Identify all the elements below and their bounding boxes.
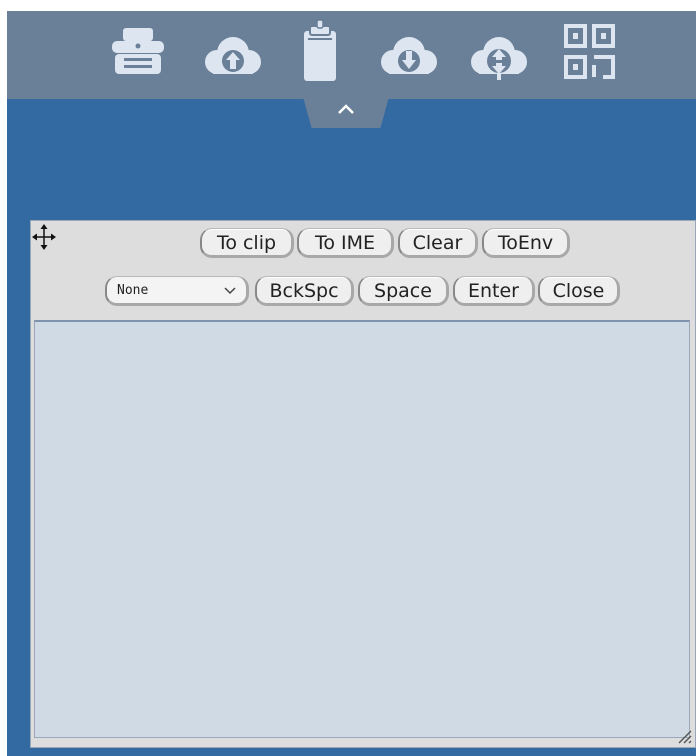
cloud-sync-icon[interactable] [465,36,531,82]
to-clip-button[interactable]: To clip [200,228,294,258]
top-toolbar [7,11,696,99]
to-ime-button[interactable]: To IME [297,228,394,258]
chevron-up-icon [338,104,354,114]
space-button[interactable]: Space [358,276,449,306]
toolbar-collapse-tab[interactable] [303,97,389,128]
cloud-upload-icon[interactable] [199,36,265,78]
app-frame: To clip To IME Clear ToEnv None BckSpc S… [7,11,696,756]
to-env-button[interactable]: ToEnv [482,228,570,258]
clear-button[interactable]: Clear [398,228,478,258]
qr-code-icon[interactable] [563,23,617,81]
printer-icon[interactable] [110,27,166,79]
virtual-keyboard-panel: To clip To IME Clear ToEnv None BckSpc S… [30,220,696,748]
close-button[interactable]: Close [538,276,620,306]
backspace-button[interactable]: BckSpc [255,276,354,306]
chevron-down-icon [224,287,236,295]
mode-select-value: None [117,283,149,298]
clipboard-icon[interactable] [301,19,339,83]
cloud-download-icon[interactable] [375,36,441,78]
resize-grip-icon[interactable] [675,727,693,745]
key-buttons-row: None BckSpc Space Enter Close [31,276,695,306]
mode-select[interactable]: None [105,276,249,306]
action-buttons-row: To clip To IME Clear ToEnv [31,228,695,258]
input-text-area[interactable] [34,320,690,738]
enter-button[interactable]: Enter [453,276,535,306]
